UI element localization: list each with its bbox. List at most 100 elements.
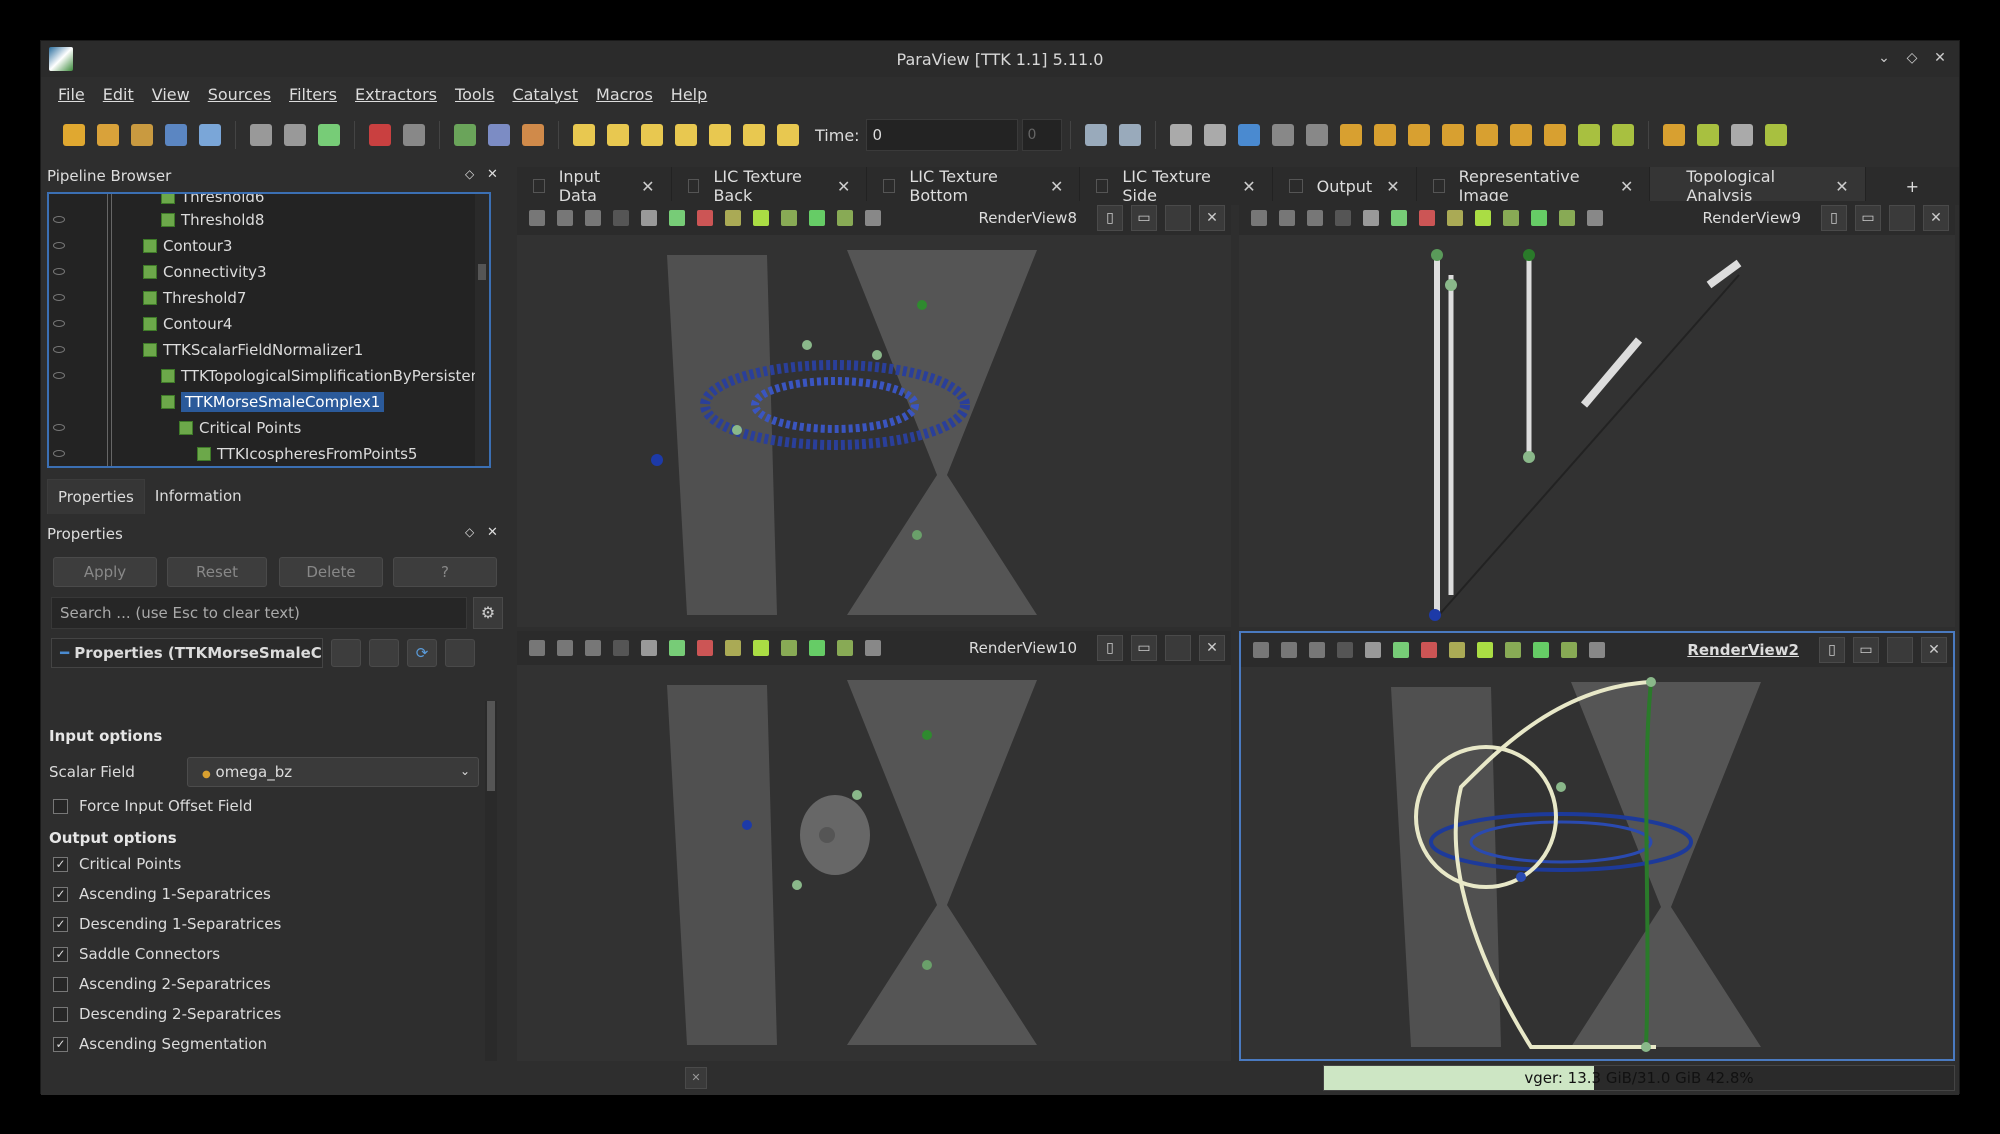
zoom-box-icon[interactable] [1305, 124, 1328, 146]
camera-icon[interactable] [1307, 210, 1323, 226]
undo-icon[interactable] [369, 124, 391, 146]
scalar-field-select[interactable]: ● omega_bz ⌄ [187, 757, 479, 787]
menu-edit[interactable]: Edit [94, 85, 143, 104]
next-frame-icon[interactable] [709, 124, 731, 146]
force-offset-checkbox[interactable] [53, 799, 68, 814]
split-horizontal-icon[interactable]: ▯ [1097, 205, 1123, 231]
close-view-icon[interactable]: ✕ [1199, 635, 1225, 661]
set-view-x-minus-icon[interactable] [1373, 124, 1396, 146]
select-icon[interactable] [1561, 642, 1577, 658]
save-icon[interactable] [445, 639, 475, 667]
time-index-spinbox[interactable]: 0 [1021, 119, 1062, 151]
tab-lic-texture-bottom[interactable]: LIC Texture Bottom ✕ [867, 167, 1081, 205]
close-tab-icon[interactable]: ✕ [837, 177, 850, 196]
float-panel-icon[interactable]: ◇ [465, 525, 474, 539]
set-view-z-plus-icon[interactable] [1475, 124, 1498, 146]
select-cells-icon[interactable] [1271, 124, 1294, 146]
3d-toggle-icon[interactable] [613, 210, 629, 226]
close-icon[interactable]: ✕ [1929, 47, 1951, 69]
camera-icon[interactable] [1309, 642, 1325, 658]
render-view-top-right[interactable]: RenderView9 ▯ ▭ ✕ [1239, 201, 1955, 627]
set-view-y-minus-icon[interactable] [1441, 124, 1464, 146]
scrollbar-thumb[interactable] [487, 701, 495, 791]
close-tab-icon[interactable]: ✕ [641, 177, 654, 196]
output-option-checkbox[interactable]: ✓ [53, 857, 68, 872]
play-icon[interactable] [675, 124, 697, 146]
save-data-icon[interactable] [131, 124, 153, 146]
select-icon[interactable] [781, 210, 797, 226]
zoom-icon[interactable] [641, 640, 657, 656]
undo-camera-icon[interactable] [250, 124, 272, 146]
select-icon[interactable] [1391, 210, 1407, 226]
reset-camera-closest-icon[interactable] [1203, 124, 1226, 146]
select-icon[interactable] [1533, 642, 1549, 658]
menu-filters[interactable]: Filters [280, 85, 346, 104]
open-recent-icon[interactable] [97, 124, 119, 146]
server-connect-icon[interactable] [199, 124, 221, 146]
tab-checkbox[interactable] [1288, 179, 1303, 193]
camera-icon[interactable] [585, 640, 601, 656]
python-shell-icon[interactable] [1696, 124, 1719, 146]
select-icon[interactable] [781, 640, 797, 656]
clear-status-icon[interactable]: ✕ [685, 1067, 707, 1089]
select-icon[interactable] [865, 210, 881, 226]
menu-catalyst[interactable]: Catalyst [503, 85, 587, 104]
memory-inspector-bar[interactable]: vger: 13.3 GiB/31.0 GiB 42.8% [1323, 1065, 1955, 1091]
camera-icon[interactable] [585, 210, 601, 226]
zoom-to-data-icon[interactable] [1084, 124, 1107, 146]
menu-macros[interactable]: Macros [587, 85, 662, 104]
redo-icon[interactable] [403, 124, 425, 146]
add-tab-button[interactable]: + [1865, 167, 1960, 205]
render-view-bottom-left[interactable]: RenderView10 ▯ ▭ ✕ [517, 631, 1231, 1061]
loop-icon[interactable] [777, 124, 799, 146]
menu-help[interactable]: Help [662, 85, 716, 104]
pipeline-item[interactable]: TTKIcospheresFromPoints5 [197, 441, 417, 466]
pipeline-item[interactable]: Threshold7 [143, 285, 246, 311]
render-canvas[interactable] [1241, 667, 1953, 1059]
close-view-icon[interactable]: ✕ [1921, 637, 1947, 663]
properties-group-header[interactable]: ━ Properties (TTKMorseSmaleComplex1) [51, 638, 323, 668]
capture-icon[interactable] [529, 640, 545, 656]
pipeline-item[interactable]: Critical Points [179, 415, 301, 441]
split-horizontal-icon[interactable]: ▯ [1819, 637, 1845, 663]
select-icon[interactable] [1531, 210, 1547, 226]
pipeline-scrollbar[interactable] [475, 194, 489, 466]
tab-checkbox[interactable] [1096, 179, 1109, 193]
tab-topological-analysis[interactable]: Topological Analysis ✕ [1650, 167, 1866, 205]
close-panel-icon[interactable]: ✕ [487, 167, 498, 182]
pipeline-item[interactable]: TTKTopologicalSimplificationByPersistenc… [161, 363, 489, 389]
render-canvas[interactable] [517, 665, 1231, 1061]
visibility-eye-icon[interactable] [53, 294, 65, 301]
color-palette-icon[interactable] [522, 124, 544, 146]
capture-icon[interactable] [529, 210, 545, 226]
tab-checkbox[interactable] [883, 179, 896, 193]
pipeline-browser[interactable]: Threshold6 Threshold8 Contour3 Connectiv… [47, 192, 491, 468]
3d-toggle-icon[interactable] [1337, 642, 1353, 658]
delete-button[interactable]: Delete [279, 557, 383, 587]
split-vertical-icon[interactable]: ▭ [1131, 205, 1157, 231]
reset-camera-icon[interactable] [1169, 124, 1192, 146]
select-icon[interactable] [865, 640, 881, 656]
select-icon[interactable] [697, 210, 713, 226]
maximize-view-icon[interactable] [1165, 205, 1191, 231]
select-icon[interactable] [837, 210, 853, 226]
visibility-eye-icon[interactable] [53, 424, 65, 431]
close-tab-icon[interactable]: ✕ [1620, 177, 1633, 196]
output-option-checkbox[interactable]: ✓ [53, 1037, 68, 1052]
maximize-view-icon[interactable] [1889, 205, 1915, 231]
set-view-x-plus-icon[interactable] [1339, 124, 1362, 146]
select-icon[interactable] [753, 640, 769, 656]
render-view-bottom-right-active[interactable]: RenderView2 ▯ ▭ ✕ [1239, 631, 1955, 1061]
select-icon[interactable] [1449, 642, 1465, 658]
reload-icon[interactable]: ⟳ [407, 639, 437, 667]
select-icon[interactable] [1447, 210, 1463, 226]
capture-icon[interactable] [1281, 642, 1297, 658]
spreadsheet-icon[interactable] [488, 124, 510, 146]
select-icon[interactable] [1421, 642, 1437, 658]
auto-apply-icon[interactable] [318, 124, 340, 146]
center-axes-icon[interactable] [1237, 124, 1260, 146]
3d-toggle-icon[interactable] [1335, 210, 1351, 226]
select-icon[interactable] [1393, 642, 1409, 658]
visibility-eye-icon[interactable] [53, 320, 65, 327]
refresh-icon[interactable] [1764, 124, 1787, 146]
